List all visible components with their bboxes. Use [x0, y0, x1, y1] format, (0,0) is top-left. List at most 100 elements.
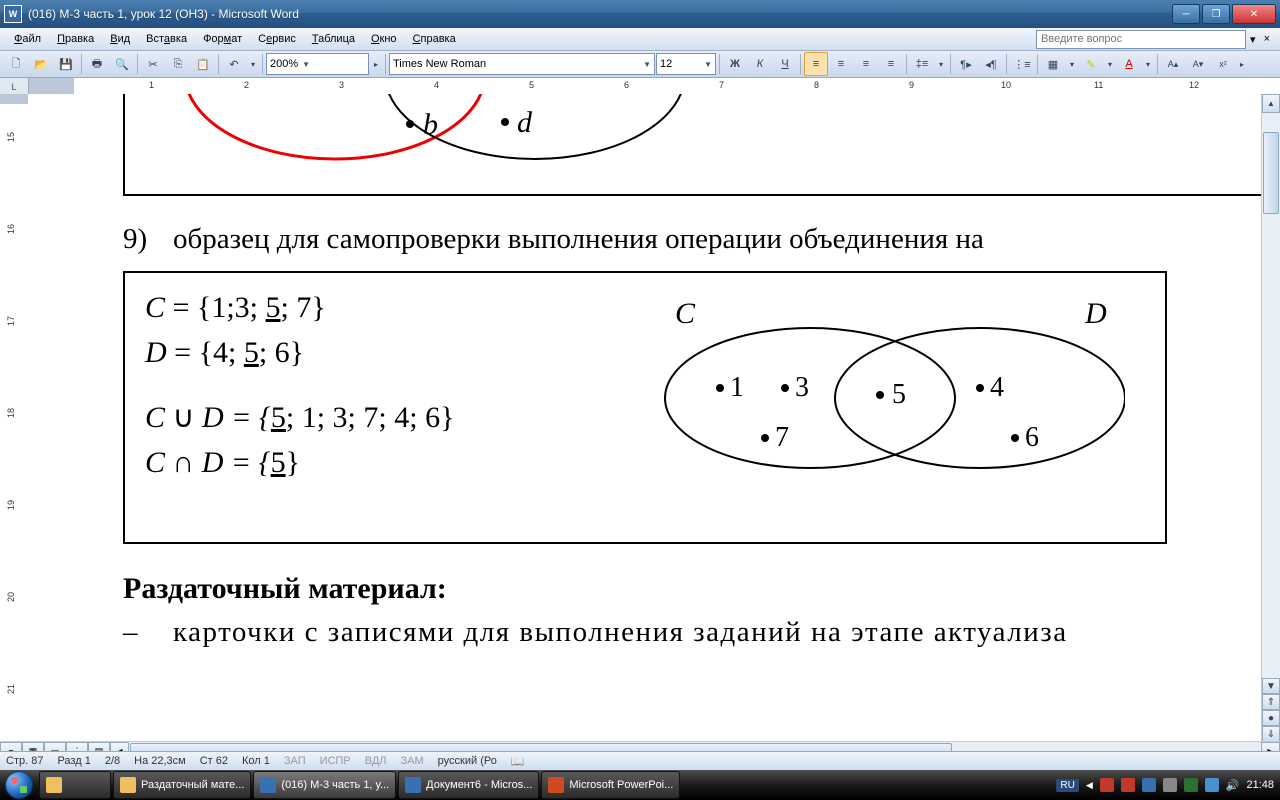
rtl-button[interactable]: ◂¶	[979, 52, 1003, 76]
tray-volume-icon[interactable]: 🔊	[1226, 779, 1240, 792]
venn1-label-b: b	[423, 108, 438, 141]
spacing-dropdown-icon[interactable]: ▾	[935, 52, 947, 76]
bold-button[interactable]: Ж	[723, 52, 747, 76]
save-button[interactable]: 💾	[54, 52, 78, 76]
figure-box-2: C = {1;3; 5; 7} D = {4; 5; 6} C ∪ D = {5…	[123, 271, 1167, 544]
vertical-ruler[interactable]: 15 16 17 18 19 20 21	[0, 94, 29, 742]
toolbar-overflow-2[interactable]: x²	[1211, 52, 1235, 76]
toolbar-overflow-3[interactable]: ▸	[1236, 52, 1248, 76]
menu-insert[interactable]: Вставка	[138, 31, 195, 47]
word-icon	[260, 777, 276, 793]
menu-format[interactable]: Формат	[195, 31, 250, 47]
maximize-button[interactable]: ❐	[1202, 4, 1230, 24]
open-button[interactable]: 📂	[29, 52, 53, 76]
taskbar-item-explorer[interactable]	[39, 771, 111, 799]
toolbar-overflow-1[interactable]: ▸	[370, 52, 382, 76]
venn-diagram-2: C D 1 3 5 7 4 6	[645, 293, 1125, 493]
minimize-button[interactable]: ─	[1172, 4, 1200, 24]
browse-object-button[interactable]: ●	[1262, 710, 1280, 726]
svg-text:5: 5	[892, 379, 906, 410]
underline-button[interactable]: Ч	[773, 52, 797, 76]
align-center-button[interactable]: ≡	[829, 52, 853, 76]
highlight-button[interactable]: ✎	[1079, 52, 1103, 76]
undo-dropdown-icon[interactable]: ▾	[247, 52, 259, 76]
taskbar-item-ppt[interactable]: Microsoft PowerPoi...	[541, 771, 680, 799]
cut-button[interactable]: ✂	[141, 52, 165, 76]
menu-window[interactable]: Окно	[363, 31, 405, 47]
tray-shield-icon[interactable]	[1100, 778, 1114, 792]
font-combo[interactable]: Times New Roman▼	[389, 53, 655, 75]
svg-text:7: 7	[775, 422, 789, 453]
menu-edit[interactable]: Правка	[49, 31, 102, 47]
window-title: (016) М-3 часть 1, урок 12 (ОН3) - Micro…	[28, 7, 1172, 21]
paste-button[interactable]: 📋	[191, 52, 215, 76]
tray-network-icon[interactable]	[1205, 778, 1219, 792]
toolbar: 🗋 📂 💾 🖶 🔍 ✂ ⎘ 📋 ↶ ▾ 200%▼ ▸ Times New Ro…	[0, 51, 1280, 78]
tray-usb-icon[interactable]	[1163, 778, 1177, 792]
tray-ati-icon[interactable]	[1121, 778, 1135, 792]
status-trk[interactable]: ИСПР	[320, 755, 351, 767]
heading-handout: Раздаточный материал:	[123, 569, 1262, 608]
superscript-button[interactable]: A▴	[1161, 52, 1185, 76]
taskbar-item-word-1[interactable]: (016) М-3 часть 1, у...	[253, 771, 396, 799]
prev-page-button[interactable]: ⇑	[1262, 694, 1280, 710]
explorer-icon	[46, 777, 62, 793]
svg-text:3: 3	[795, 372, 809, 403]
border-dropdown-icon[interactable]: ▾	[1066, 52, 1078, 76]
menu-tools[interactable]: Сервис	[250, 31, 304, 47]
menu-view[interactable]: Вид	[102, 31, 138, 47]
new-doc-button[interactable]: 🗋	[4, 52, 28, 76]
status-section: Разд 1	[57, 755, 90, 767]
status-ovr[interactable]: ЗАМ	[401, 755, 424, 767]
menu-file[interactable]: Файл	[6, 31, 49, 47]
vertical-scrollbar[interactable]: ▲ ▼ ⇑ ● ⇓	[1261, 94, 1280, 742]
tray-battery-icon[interactable]	[1184, 778, 1198, 792]
numbering-button[interactable]: ⋮≡	[1010, 52, 1034, 76]
paragraph-9: 9) образец для самопроверки выполнения о…	[123, 221, 1262, 259]
tray-clock[interactable]: 21:48	[1246, 779, 1274, 791]
menu-dropdown-icon[interactable]: ▾	[1246, 31, 1260, 48]
copy-button[interactable]: ⎘	[166, 52, 190, 76]
help-search-input[interactable]	[1036, 30, 1246, 49]
fontcolor-dropdown-icon[interactable]: ▾	[1142, 52, 1154, 76]
border-button[interactable]: ▦	[1041, 52, 1065, 76]
align-right-button[interactable]: ≡	[854, 52, 878, 76]
status-ext[interactable]: ВДЛ	[365, 755, 387, 767]
start-button[interactable]	[0, 770, 38, 800]
status-book-icon[interactable]: 📖	[511, 755, 525, 768]
align-left-button[interactable]: ≡	[804, 52, 828, 76]
venn1-label-d: d	[517, 106, 533, 139]
line-spacing-button[interactable]: ‡≡	[910, 52, 934, 76]
fontcolor-button[interactable]: A	[1117, 52, 1141, 76]
tray-app-icon[interactable]	[1142, 778, 1156, 792]
status-position: На 22,3см	[134, 755, 186, 767]
align-justify-button[interactable]: ≡	[879, 52, 903, 76]
menu-help[interactable]: Справка	[405, 31, 464, 47]
ltr-button[interactable]: ¶▸	[954, 52, 978, 76]
status-language[interactable]: русский (Ро	[438, 755, 497, 767]
figure-box-1: b d	[123, 94, 1262, 196]
preview-button[interactable]: 🔍	[110, 52, 134, 76]
taskbar-item-folder[interactable]: Раздаточный мате...	[113, 771, 251, 799]
tray-chevron-icon[interactable]: ◀	[1086, 780, 1093, 791]
italic-button[interactable]: К	[748, 52, 772, 76]
titlebar: W (016) М-3 часть 1, урок 12 (ОН3) - Mic…	[0, 0, 1280, 28]
scroll-down-button[interactable]: ▼	[1262, 678, 1280, 694]
taskbar-item-word-2[interactable]: Документ6 - Micros...	[398, 771, 539, 799]
language-indicator[interactable]: RU	[1056, 779, 1078, 792]
status-rec[interactable]: ЗАП	[284, 755, 306, 767]
next-page-button[interactable]: ⇓	[1262, 726, 1280, 742]
zoom-combo[interactable]: 200%▼	[266, 53, 369, 75]
fontsize-combo[interactable]: 12▼	[656, 53, 716, 75]
undo-button[interactable]: ↶	[222, 52, 246, 76]
print-button[interactable]: 🖶	[85, 52, 109, 76]
scroll-up-button[interactable]: ▲	[1262, 94, 1280, 113]
document-page[interactable]: b d 9) образец для самопроверки выполнен…	[28, 94, 1262, 742]
close-button[interactable]: ✕	[1232, 4, 1276, 24]
menu-table[interactable]: Таблица	[304, 31, 363, 47]
scroll-thumb[interactable]	[1263, 132, 1279, 214]
word-icon	[405, 777, 421, 793]
highlight-dropdown-icon[interactable]: ▾	[1104, 52, 1116, 76]
subscript-button[interactable]: A▾	[1186, 52, 1210, 76]
menu-close-icon[interactable]: ×	[1260, 31, 1274, 47]
